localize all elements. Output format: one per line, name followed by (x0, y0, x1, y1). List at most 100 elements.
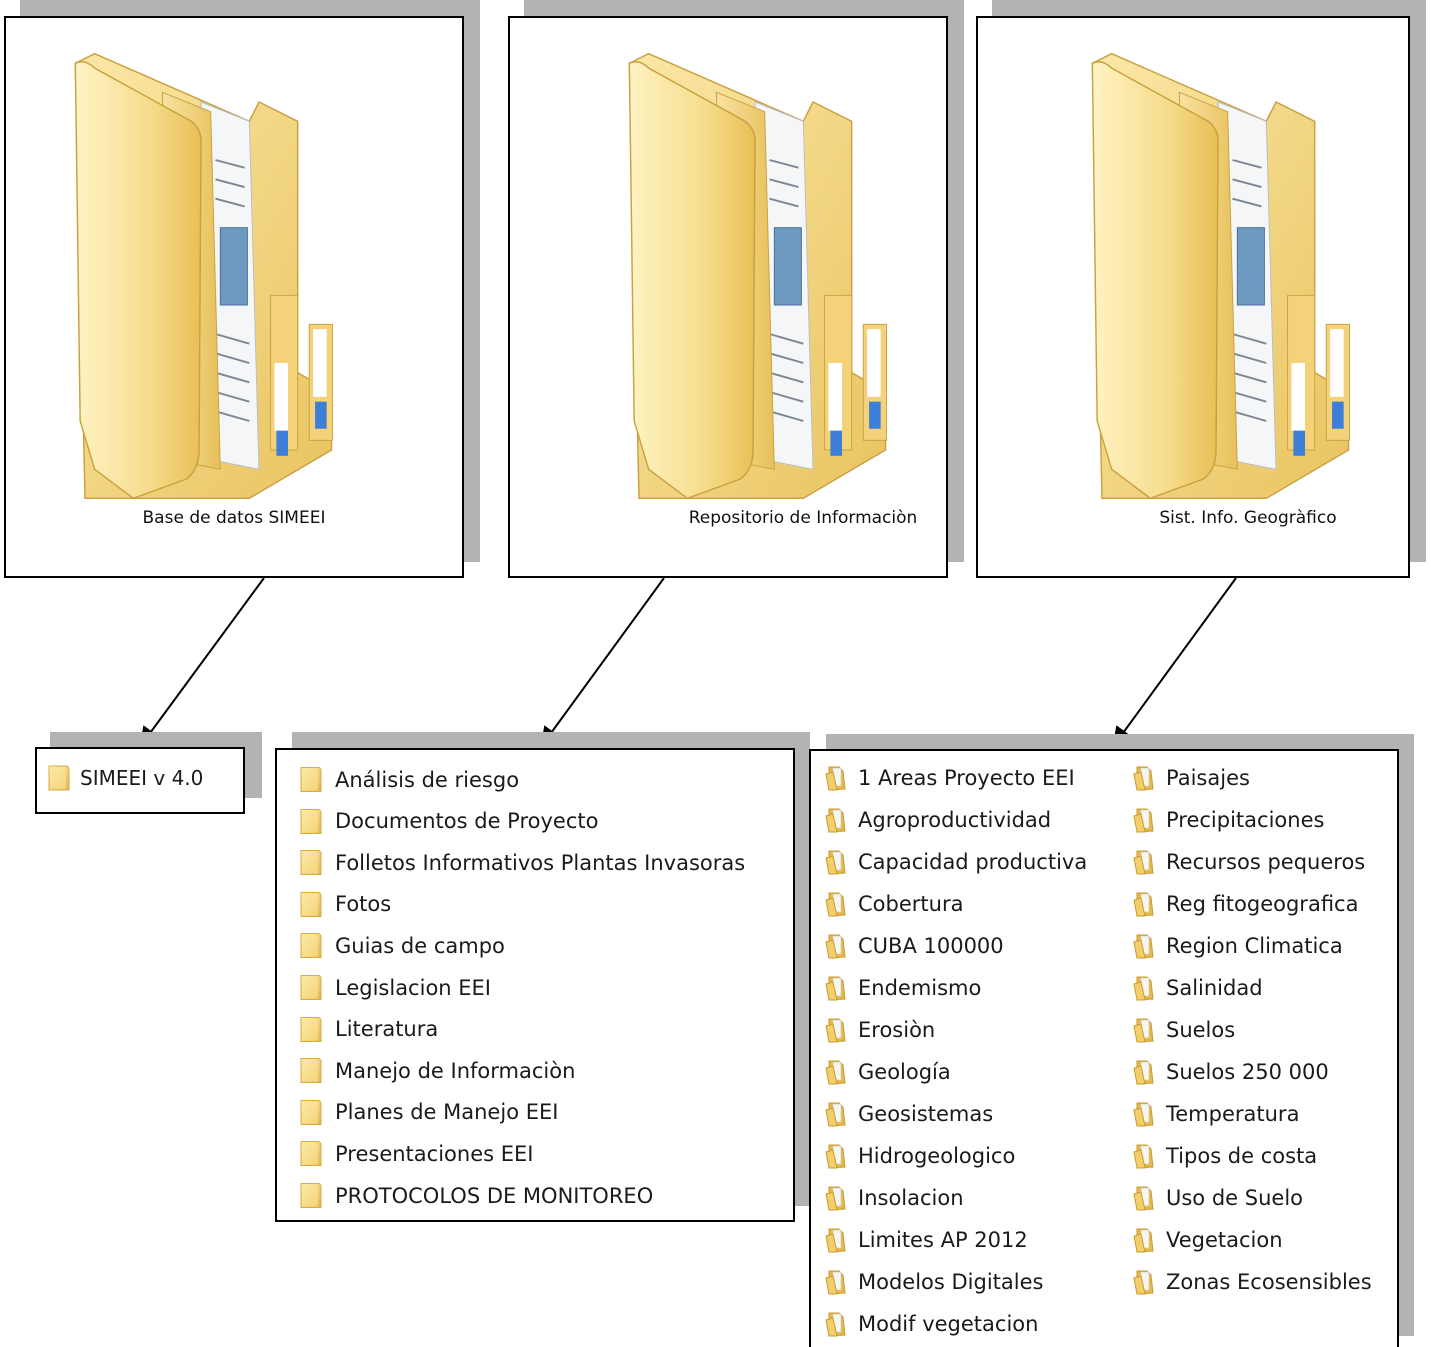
list-item[interactable]: Capacidad productiva (825, 849, 1087, 875)
folder-icon (825, 1059, 849, 1085)
list-item[interactable]: Recursos pequeros (1133, 849, 1365, 875)
folder-icon (825, 891, 849, 917)
folder-icon (1133, 975, 1157, 1001)
list-item[interactable]: Modif vegetacion (825, 1311, 1038, 1337)
list-item[interactable]: Temperatura (1133, 1101, 1299, 1127)
list-item-label: Geología (858, 1060, 951, 1084)
list-item-label: Limites AP 2012 (858, 1228, 1028, 1252)
folder-icon (825, 1185, 849, 1211)
list-item-label: Paisajes (1166, 766, 1250, 790)
folder-icon (299, 974, 323, 1001)
list-item[interactable]: Planes de Manejo EEI (299, 1099, 558, 1126)
list-item[interactable]: Literatura (299, 1016, 438, 1043)
list-item[interactable]: PROTOCOLOS DE MONITOREO (299, 1182, 653, 1209)
list-item-label: Suelos 250 000 (1166, 1060, 1329, 1084)
list-item[interactable]: Folletos Informativos Plantas Invasoras (299, 849, 745, 876)
list-item-label: Region Climatica (1166, 934, 1343, 958)
list-item-label: Zonas Ecosensibles (1166, 1270, 1372, 1294)
folder-icon (1133, 807, 1157, 833)
list-item-label: Fotos (335, 892, 392, 917)
list-item-label: Erosiòn (858, 1018, 936, 1042)
folder-icon (825, 1311, 849, 1337)
list-item-label: SIMEEI v 4.0 (80, 766, 204, 790)
list-item[interactable]: Erosiòn (825, 1017, 935, 1043)
folder-icon (299, 1182, 323, 1209)
list-item-label: Folletos Informativos Plantas Invasoras (335, 850, 746, 875)
list-item[interactable]: Guias de campo (299, 932, 505, 959)
folder-icon (47, 765, 71, 791)
list-item-label: Salinidad (1166, 976, 1263, 1000)
folder-icon (299, 891, 323, 918)
arrow-to-sig (1112, 577, 1237, 748)
folder-icon (825, 1269, 849, 1295)
list-item-label: Precipitaciones (1166, 808, 1325, 832)
folder-icon (1133, 1017, 1157, 1043)
list-item-label: Análisis de riesgo (335, 767, 520, 792)
list-item[interactable]: Paisajes (1133, 765, 1250, 791)
list-item[interactable]: Insolacion (825, 1185, 964, 1211)
list-item[interactable]: CUBA 100000 (825, 933, 1004, 959)
list-item[interactable]: Geosistemas (825, 1101, 993, 1127)
list-item[interactable]: Hidrogeologico (825, 1143, 1015, 1169)
list-item[interactable]: SIMEEI v 4.0 (47, 765, 203, 791)
folder-icon (825, 765, 849, 791)
list-item-label: Geosistemas (858, 1102, 994, 1126)
list-item-label: Insolacion (858, 1186, 964, 1210)
list-item[interactable]: Zonas Ecosensibles (1133, 1269, 1372, 1295)
folder-icon (299, 1140, 323, 1167)
list-item[interactable]: Tipos de costa (1133, 1143, 1317, 1169)
folder-icon (1133, 1185, 1157, 1211)
folder-icon (825, 933, 849, 959)
list-item[interactable]: 1 Areas Proyecto EEI (825, 765, 1075, 791)
list-item[interactable]: Vegetacion (1133, 1227, 1283, 1253)
list-item-label: Modif vegetacion (858, 1312, 1039, 1336)
list-item-label: Capacidad productiva (858, 850, 1088, 874)
folder-icon (825, 1101, 849, 1127)
list-item[interactable]: Suelos (1133, 1017, 1235, 1043)
list-item[interactable]: Precipitaciones (1133, 807, 1324, 833)
folder-icon (299, 1016, 323, 1043)
list-item[interactable]: Manejo de Informaciòn (299, 1057, 575, 1084)
list-item[interactable]: Reg fitogeografica (1133, 891, 1358, 917)
folder-icon (1133, 1143, 1157, 1169)
folder-icon (1133, 891, 1157, 917)
folder-icon (299, 932, 323, 959)
list-item[interactable]: Salinidad (1133, 975, 1263, 1001)
list-item[interactable]: Suelos 250 000 (1133, 1059, 1329, 1085)
list-item-label: Temperatura (1166, 1102, 1300, 1126)
list-item-label: Tipos de costa (1166, 1144, 1318, 1168)
list-item[interactable]: Endemismo (825, 975, 981, 1001)
list-item[interactable]: Limites AP 2012 (825, 1227, 1028, 1253)
list-item[interactable]: Documentos de Proyecto (299, 808, 598, 835)
folder-icon (825, 1017, 849, 1043)
list-item[interactable]: Geología (825, 1059, 951, 1085)
list-item-label: Endemismo (858, 976, 982, 1000)
list-item[interactable]: Presentaciones EEI (299, 1140, 533, 1167)
folder-icon (825, 807, 849, 833)
list-item[interactable]: Modelos Digitales (825, 1269, 1043, 1295)
folder-icon (1133, 933, 1157, 959)
list-item-label: CUBA 100000 (858, 934, 1004, 958)
folder-icon (1133, 849, 1157, 875)
folder-icon (299, 849, 323, 876)
folder-icon (1133, 1101, 1157, 1127)
list-item[interactable]: Uso de Suelo (1133, 1185, 1303, 1211)
list-item-label: Agroproductividad (858, 808, 1052, 832)
list-item[interactable]: Agroproductividad (825, 807, 1051, 833)
list-item[interactable]: Análisis de riesgo (299, 766, 519, 793)
folder-icon (299, 1099, 323, 1126)
list-item[interactable]: Cobertura (825, 891, 963, 917)
list-item-label: Guias de campo (335, 933, 505, 958)
list-item[interactable]: Fotos (299, 891, 391, 918)
list-item-label: Uso de Suelo (1166, 1186, 1304, 1210)
folder-icon (825, 1227, 849, 1253)
list-item[interactable]: Legislacion EEI (299, 974, 491, 1001)
list-item[interactable]: Region Climatica (1133, 933, 1343, 959)
arrow-to-repositorio (540, 577, 665, 748)
list-item-label: Vegetacion (1166, 1228, 1283, 1252)
folder-icon (299, 1057, 323, 1084)
list-item-label: Recursos pequeros (1166, 850, 1366, 874)
list-item-label: Documentos de Proyecto (335, 809, 599, 834)
list-item-label: Modelos Digitales (858, 1270, 1044, 1294)
list-item-label: PROTOCOLOS DE MONITOREO (335, 1183, 654, 1208)
